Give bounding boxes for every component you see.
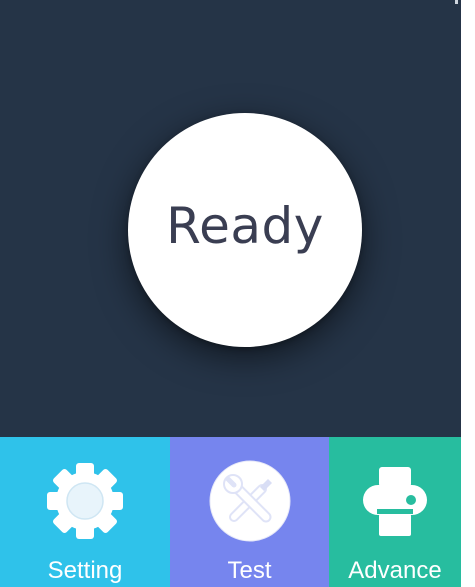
bottom-nav-bar: Setting Test Advance <box>0 437 461 587</box>
tools-icon <box>209 460 290 542</box>
test-button[interactable]: Test <box>170 437 329 587</box>
status-indicator: Ready <box>128 113 362 347</box>
status-area: Ready <box>0 0 461 437</box>
test-label: Test <box>227 557 272 584</box>
setting-button[interactable]: Setting <box>0 437 170 587</box>
status-text: Ready <box>166 197 324 255</box>
device-screen: Ready Setting Test Advance <box>0 0 461 587</box>
edge-mark <box>455 0 458 4</box>
gear-icon <box>47 463 123 539</box>
printer-icon <box>363 467 427 536</box>
advance-button[interactable]: Advance <box>329 437 461 587</box>
setting-label: Setting <box>47 557 123 584</box>
advance-label: Advance <box>348 557 442 584</box>
